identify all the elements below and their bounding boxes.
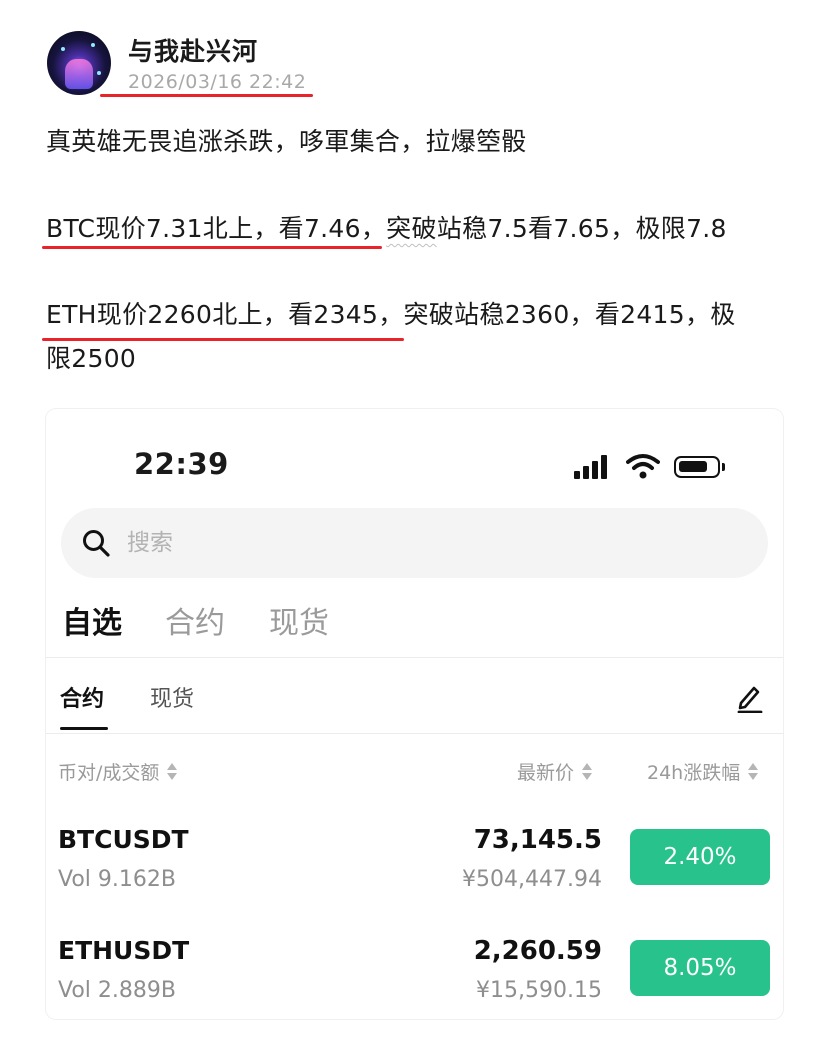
subtab-futures[interactable]: 合约 [60, 681, 104, 713]
row-symbol: ETHUSDT [58, 936, 190, 965]
edit-icon[interactable] [736, 683, 764, 713]
post-line-1: 真英雄无畏追涨杀跌，哆軍集合，拉爆箜骰 [46, 127, 527, 156]
tab-futures[interactable]: 合约 [165, 598, 225, 642]
status-icons [574, 453, 734, 479]
row-change-badge[interactable]: 2.40% [630, 829, 770, 885]
column-change-label: 24h涨跌幅 [647, 762, 741, 784]
tab-spot[interactable]: 现货 [269, 598, 329, 642]
battery-icon [674, 456, 725, 478]
eth-underline [42, 338, 404, 341]
app-screenshot: 22:39 自选 合约 现货 合约 现货 [46, 409, 783, 1019]
wifi-icon [626, 454, 660, 479]
btc-text-a: BTC现价7.31北上，看7.46， [46, 214, 387, 243]
column-pair-volume[interactable]: 币对/成交额 [58, 758, 178, 785]
author-name[interactable]: 与我赴兴河 [128, 32, 258, 68]
column-pair-label: 币对/成交额 [58, 762, 160, 784]
btc-underline [42, 246, 382, 249]
subtab-active-indicator [60, 727, 108, 730]
row-price-cny: ¥15,590.15 [476, 978, 602, 1003]
timestamp-underline [100, 94, 313, 97]
subtab-spot[interactable]: 现货 [150, 681, 194, 713]
column-last-price[interactable]: 最新价 [517, 758, 593, 785]
post-timestamp: 2026/03/16 22:42 [128, 71, 307, 93]
btc-text-b: 突破 [386, 214, 437, 243]
column-price-label: 最新价 [517, 762, 575, 784]
sort-icon [748, 761, 759, 783]
search-icon [83, 530, 110, 557]
post-line-btc: BTC现价7.31北上，看7.46，突破站稳7.5看7.65，极限7.8 [46, 207, 727, 251]
row-change-badge[interactable]: 8.05% [630, 940, 770, 996]
row-symbol: BTCUSDT [58, 825, 189, 854]
divider [46, 657, 783, 658]
avatar[interactable] [47, 31, 111, 95]
row-volume: Vol 9.162B [58, 867, 176, 892]
column-24h-change[interactable]: 24h涨跌幅 [647, 758, 759, 785]
tab-watchlist[interactable]: 自选 [62, 598, 122, 642]
btc-text-c: 站稳7.5看7.65，极限7.8 [436, 214, 727, 243]
divider [46, 733, 783, 734]
search-input[interactable] [127, 526, 627, 560]
row-volume: Vol 2.889B [58, 978, 176, 1003]
eth-text-a: ETH现价2260北上，看2345，突破站稳2360，看2415，极 [46, 300, 736, 329]
row-price-cny: ¥504,447.94 [462, 867, 602, 892]
sort-icon [582, 761, 593, 783]
market-row-ethusdt[interactable]: ETHUSDT Vol 2.889B 2,260.59 ¥15,590.15 8… [46, 936, 783, 1019]
row-price: 73,145.5 [473, 825, 602, 855]
sort-icon [167, 761, 178, 783]
market-row-btcusdt[interactable]: BTCUSDT Vol 9.162B 73,145.5 ¥504,447.94 … [46, 825, 783, 925]
post-line-eth: ETH现价2260北上，看2345，突破站稳2360，看2415，极 限2500 [46, 293, 736, 381]
search-bar[interactable] [61, 508, 768, 578]
row-price: 2,260.59 [473, 936, 602, 966]
avatar-figure [65, 59, 93, 89]
status-time: 22:39 [134, 447, 229, 481]
eth-text-b: 限2500 [46, 344, 137, 373]
